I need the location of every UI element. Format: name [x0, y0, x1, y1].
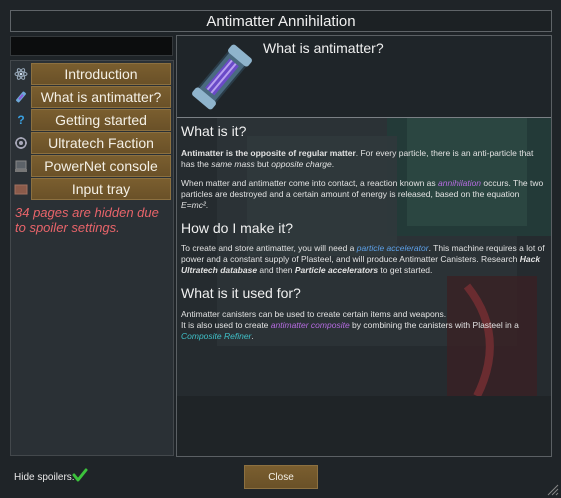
text-span: To create and store antimatter, you will… — [181, 243, 357, 253]
text-span: Antimatter canisters can be used to crea… — [181, 309, 447, 319]
tray-icon — [14, 182, 28, 196]
atom-icon — [14, 67, 28, 81]
sidebar-item-getting-started[interactable]: ? Getting started — [11, 109, 173, 131]
sidebar-item-input-tray[interactable]: Input tray — [11, 178, 173, 200]
sidebar-item-label[interactable]: Ultratech Faction — [31, 132, 171, 154]
sidebar-item-powernet-console[interactable]: PowerNet console — [11, 155, 173, 177]
spoiler-hidden-note: 34 pages are hidden due to spoiler setti… — [15, 205, 159, 235]
search-input[interactable] — [10, 36, 173, 56]
text-span: E=mc² — [181, 200, 206, 210]
text-span: by combining the canisters with Plasteel… — [349, 320, 519, 330]
content-panel: What is antimatter? What is it? Antimatt… — [176, 35, 552, 457]
sidebar-item-label[interactable]: Introduction — [31, 63, 171, 85]
text-span: When matter and antimatter come into con… — [181, 178, 439, 188]
sidebar-item-what-is-antimatter[interactable]: What is antimatter? — [11, 86, 173, 108]
sidebar-item-introduction[interactable]: Introduction — [11, 63, 173, 85]
resize-grip-icon[interactable] — [545, 482, 559, 496]
section-heading: What is it? — [181, 123, 247, 139]
sidebar-item-ultratech-faction[interactable]: Ultratech Faction — [11, 132, 173, 154]
text-span: . — [205, 200, 209, 210]
close-button[interactable]: Close — [244, 465, 318, 489]
page-header: What is antimatter? — [177, 36, 551, 118]
link-antimatter-composite[interactable]: antimatter composite — [271, 320, 350, 330]
text-span: . — [331, 159, 335, 169]
paragraph: To create and store antimatter, you will… — [181, 243, 547, 276]
faction-icon — [14, 136, 28, 150]
dialog-window: Antimatter Annihilation Introduction Wha… — [0, 0, 561, 498]
window-title: Antimatter Annihilation — [10, 10, 552, 32]
paragraph: When matter and antimatter come into con… — [181, 178, 547, 211]
text-span: but — [254, 159, 272, 169]
hide-spoilers-checkbox-checkmark-icon[interactable] — [72, 467, 88, 483]
sidebar-item-label[interactable]: What is antimatter? — [31, 86, 171, 108]
page-list: Introduction What is antimatter? ? Getti… — [10, 60, 174, 456]
hide-spoilers-label: Hide spoilers: — [14, 472, 75, 483]
sidebar-item-label[interactable]: Getting started — [31, 109, 171, 131]
link-composite-refiner[interactable]: Composite Refiner — [181, 331, 251, 341]
paragraph: Antimatter canisters can be used to crea… — [181, 309, 547, 342]
section-heading: What is it used for? — [181, 285, 301, 301]
sidebar-item-label[interactable]: Input tray — [31, 178, 171, 200]
text-span: opposite charge — [271, 159, 332, 169]
antimatter-canister-icon — [192, 44, 252, 110]
page-title: What is antimatter? — [263, 40, 384, 56]
link-particle-accelerator[interactable]: particle accelerator — [357, 243, 429, 253]
paragraph: Antimatter is the opposite of regular ma… — [181, 148, 547, 170]
question-icon: ? — [17, 113, 25, 127]
console-icon — [14, 159, 28, 173]
text-span: Antimatter is the opposite of regular ma… — [181, 148, 356, 158]
text-span: Particle accelerators — [294, 265, 379, 275]
canister-icon — [14, 90, 28, 104]
text-span: . — [251, 331, 254, 341]
text-span: to get started. — [378, 265, 433, 275]
link-annihilation[interactable]: annihilation — [438, 178, 481, 188]
text-span: same mass — [211, 159, 255, 169]
section-heading: How do I make it? — [181, 220, 294, 236]
sidebar-item-label[interactable]: PowerNet console — [31, 155, 171, 177]
text-span: It is also used to create — [181, 320, 271, 330]
text-span: and then — [257, 265, 295, 275]
